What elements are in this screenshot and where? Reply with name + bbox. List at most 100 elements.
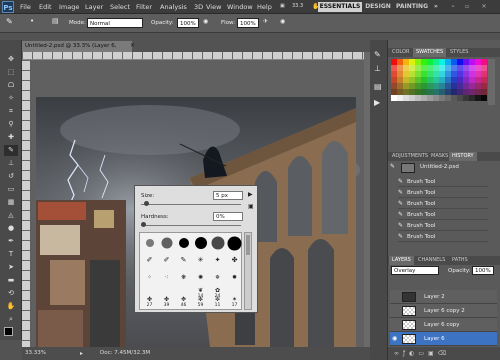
clone-source-icon[interactable]: ⊥ — [374, 64, 381, 73]
bridge-icon[interactable]: ▣ — [280, 3, 285, 9]
brush-hard-large[interactable] — [227, 235, 242, 251]
tab-layers[interactable]: LAYERS — [389, 256, 414, 265]
pressure-size-icon[interactable]: ◉ — [280, 18, 285, 25]
swatch-grid[interactable] — [391, 59, 487, 105]
brush-soft-medium[interactable] — [159, 235, 174, 251]
new-layer-icon[interactable]: ▣ — [428, 350, 438, 357]
eraser-tool-icon[interactable]: ▭ — [4, 184, 18, 195]
brush-chalk-3[interactable]: ✎ — [176, 252, 191, 268]
mode-select[interactable]: Normal — [87, 18, 143, 28]
brush-preset-17[interactable]: ✶ 17 — [227, 294, 242, 310]
layer-row[interactable]: Layer 6 copy — [390, 318, 497, 332]
close-tab-icon[interactable]: ✕ — [130, 42, 135, 49]
brush-preset-icon[interactable]: • — [30, 17, 34, 25]
trash-icon[interactable]: ⌫ — [438, 350, 450, 357]
marquee-tool-icon[interactable]: ⬚ — [4, 67, 18, 78]
mask-icon[interactable]: ◐ — [409, 350, 418, 357]
brush-scatter-2[interactable]: ⁖ — [159, 269, 174, 285]
brush-panel-icon[interactable]: ▤ — [52, 17, 59, 25]
tab-adjustments[interactable]: ADJUSTMENTS — [389, 152, 431, 161]
hardness-slider-track[interactable] — [141, 225, 241, 226]
history-item[interactable]: ✎ Brush Tool — [398, 176, 488, 187]
workspace-painting[interactable]: PAINTING — [395, 2, 429, 12]
workspace-design[interactable]: DESIGN — [365, 2, 391, 12]
brush-tool-icon[interactable]: ✎ — [6, 17, 13, 26]
menu-edit[interactable]: Edit — [39, 3, 52, 11]
healing-tool-icon[interactable]: ✚ — [4, 132, 18, 143]
shape-tool-icon[interactable]: ▬ — [4, 275, 18, 286]
size-slider-track[interactable] — [141, 204, 241, 205]
brush-preset-11[interactable]: ✼ 11 — [210, 294, 225, 310]
workspace-essentials[interactable]: ESSENTIALS — [318, 2, 362, 12]
lasso-tool-icon[interactable]: ᗝ — [4, 80, 18, 91]
menu-image[interactable]: Image — [59, 3, 79, 11]
eyedropper-tool-icon[interactable]: ⚲ — [4, 119, 18, 130]
menu-help[interactable]: Help — [257, 3, 272, 11]
tab-color[interactable]: COLOR — [389, 48, 412, 57]
history-item[interactable]: ✎ Brush Tool — [398, 220, 488, 231]
quick-select-tool-icon[interactable]: ✧ — [4, 93, 18, 104]
foreground-color-swatch[interactable] — [4, 327, 13, 336]
menu-view[interactable]: View — [206, 3, 221, 11]
menu-file[interactable]: File — [20, 3, 31, 11]
brush-scatter-1[interactable]: ⁘ — [142, 269, 157, 285]
brush-preset-27[interactable]: ✤ 27 — [142, 294, 157, 310]
new-preset-icon[interactable]: ▣ — [248, 203, 254, 210]
tab-swatches[interactable]: SWATCHES — [413, 48, 447, 57]
airbrush-icon[interactable]: ✈ — [263, 18, 268, 25]
dodge-tool-icon[interactable]: ● — [4, 223, 18, 234]
brush-grid-scrollbar[interactable] — [244, 232, 252, 310]
horizontal-ruler[interactable] — [22, 52, 370, 60]
adjust-panel-icon[interactable]: ▤ — [374, 82, 382, 91]
zoom-tool-icon[interactable]: ⌕ — [4, 314, 18, 325]
menu-analysis[interactable]: Analysis — [160, 3, 187, 11]
brush-scatter-5[interactable]: ✵ — [210, 269, 225, 285]
move-tool-icon[interactable]: ✥ — [4, 54, 18, 65]
clone-stamp-tool-icon[interactable]: ⊥ — [4, 158, 18, 169]
layer-opacity-field[interactable]: 100% — [472, 266, 494, 275]
blend-mode-select[interactable]: Overlay — [391, 266, 439, 275]
actions-panel-icon[interactable]: ▶ — [374, 98, 380, 107]
workspace-more[interactable]: » — [432, 2, 440, 12]
close-icon[interactable]: ✕ — [480, 2, 488, 12]
new-folder-icon[interactable]: ▭ — [418, 350, 428, 357]
tab-channels[interactable]: CHANNELS — [415, 256, 448, 265]
brush-preset-39[interactable]: ✤ 39 — [159, 294, 174, 310]
layer-row[interactable]: Layer 6 copy 2 — [390, 304, 497, 318]
tab-masks[interactable]: MASKS — [428, 152, 451, 161]
vertical-ruler[interactable] — [22, 60, 30, 347]
3d-rotate-tool-icon[interactable]: ⟲ — [4, 288, 18, 299]
brush-dune[interactable]: ✦ — [210, 252, 225, 268]
brush-chalk-1[interactable]: ✐ — [142, 252, 157, 268]
brush-soft-large[interactable] — [210, 235, 225, 251]
swatch[interactable] — [481, 95, 487, 101]
brush-tool-icon[interactable]: ✎ — [4, 145, 18, 156]
gradient-tool-icon[interactable]: ▦ — [4, 197, 18, 208]
layer-row-active[interactable]: ◉ Layer 6 — [390, 332, 497, 346]
picker-menu-icon[interactable]: ▶ — [248, 191, 253, 198]
opacity-field[interactable]: 100% — [177, 18, 199, 28]
history-brush-tool-icon[interactable]: ↺ — [4, 171, 18, 182]
brush-preset-46[interactable]: ✥ 46 — [176, 294, 191, 310]
brush-preset-59[interactable]: ✻ 59 — [193, 294, 208, 310]
document-tab[interactable]: Untitled-2.psd @ 33.3% (Layer 6, RGB/8) … — [22, 41, 132, 60]
scroll-thumb[interactable] — [246, 235, 250, 255]
restore-icon[interactable]: ▫ — [464, 2, 470, 12]
brush-star[interactable]: ✳ — [193, 252, 208, 268]
hardness-slider-thumb[interactable] — [141, 222, 146, 227]
menu-layer[interactable]: Layer — [85, 3, 103, 11]
pressure-opacity-icon[interactable]: ◉ — [203, 18, 208, 25]
pen-tool-icon[interactable]: ✒ — [4, 236, 18, 247]
history-item[interactable]: ✎ Brush Tool — [398, 187, 488, 198]
size-field[interactable]: 5 px — [213, 191, 243, 200]
history-item[interactable]: ✎ Brush Tool — [398, 231, 488, 242]
brush-grass[interactable]: ✤ — [227, 252, 242, 268]
menu-filter[interactable]: Filter — [136, 3, 152, 11]
type-tool-icon[interactable]: T — [4, 249, 18, 260]
brush-scatter-6[interactable]: ✹ — [227, 269, 242, 285]
menu-3d[interactable]: 3D — [194, 3, 203, 11]
tab-paths[interactable]: PATHS — [449, 256, 471, 265]
history-item[interactable]: ✎ Brush Tool — [398, 209, 488, 220]
tab-history[interactable]: HISTORY — [449, 152, 477, 161]
menu-select[interactable]: Select — [110, 3, 130, 11]
